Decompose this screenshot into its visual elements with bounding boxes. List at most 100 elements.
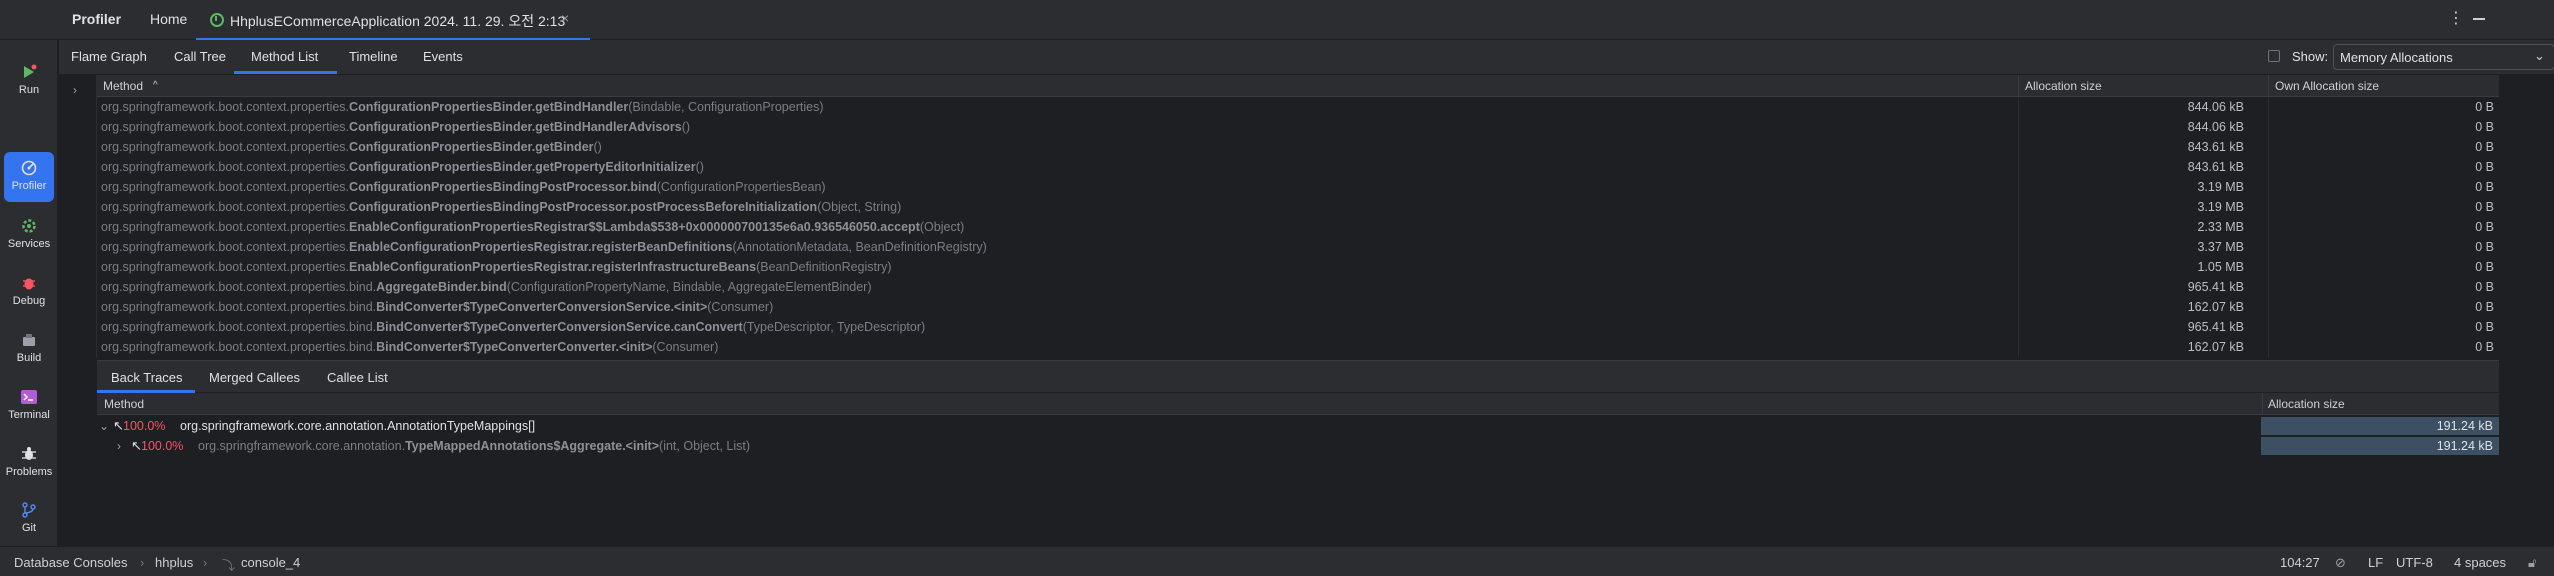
minimize-icon[interactable] [2473,18,2485,20]
table-gutter: › [59,75,97,358]
more-options-icon[interactable]: ⋮ [2448,8,2464,28]
caret-position[interactable]: 104:27 [2280,555,2320,570]
table-row[interactable]: org.springframework.boot.context.propert… [97,237,2499,257]
allocation-size-cell: 843.61 kB [2187,140,2244,154]
breadcrumb-item[interactable]: Database Consoles [14,555,127,570]
tab-home[interactable]: Home [150,11,187,27]
table-row[interactable]: org.springframework.boot.context.propert… [97,177,2499,197]
tab-callee-list[interactable]: Callee List [327,370,388,385]
method-args: (Object, String) [817,200,902,214]
session-clock-icon [210,13,224,27]
package-name: org.springframework.boot.context.propert… [101,160,350,174]
column-divider [2268,277,2269,297]
own-allocation-size-cell: 0 B [2475,260,2494,274]
line-separator[interactable]: LF [2368,555,2383,570]
method-name: AnnotationTypeMappings[] [387,419,536,433]
tab-back-traces[interactable]: Back Traces [111,370,183,385]
method-cell: org.springframework.boot.context.propert… [101,220,2051,234]
column-header-allocation-size[interactable]: Allocation size [2025,79,2102,93]
percentage-label: 100.0% [141,439,184,453]
column-header-allocation-size[interactable]: Allocation size [2268,397,2345,411]
column-divider [2018,177,2019,197]
allocation-size-cell: 191.24 kB [2436,439,2493,453]
table-row[interactable]: org.springframework.boot.context.propert… [97,137,2499,157]
problems-icon [22,447,36,460]
method-args: (ConfigurationPropertyName, Bindable, Ag… [506,280,872,294]
allocation-size-cell: 3.37 MB [2197,240,2244,254]
tool-git[interactable]: Git [4,494,54,542]
table-row[interactable]: org.springframework.boot.context.propert… [97,297,2499,317]
tool-label: Run [18,84,40,96]
method-name: EnableConfigurationPropertiesRegistrar.r… [349,260,757,274]
sort-ascending-icon[interactable]: ^ [153,80,158,91]
breadcrumb-item[interactable]: hhplus [155,555,193,570]
file-encoding[interactable]: UTF-8 [2396,555,2433,570]
indent-setting[interactable]: 4 spaces [2454,555,2506,570]
column-header-method[interactable]: Method [104,397,144,411]
no-edit-icon[interactable]: ⊘ [2335,555,2346,571]
tree-toggle-icon[interactable]: ⌄ [99,419,109,433]
breadcrumb-item[interactable]: console_4 [241,555,300,570]
method-name: TypeMappedAnnotations$Aggregate.<init> [405,439,660,453]
tool-debug[interactable]: Debug [4,267,54,315]
tool-profiler[interactable]: Profiler [4,152,54,202]
package-name: org.springframework.boot.context.propert… [101,300,377,314]
tool-build[interactable]: Build [4,324,54,372]
method-cell: org.springframework.boot.context.propert… [101,320,2051,334]
table-row[interactable]: org.springframework.boot.context.propert… [97,97,2499,117]
column-divider[interactable] [2268,75,2269,97]
tab-method-list[interactable]: Method List [251,49,318,64]
column-divider [2268,257,2269,277]
tool-terminal[interactable]: Terminal [4,381,54,429]
package-name: org.springframework.boot.context.propert… [101,140,350,154]
method-cell: org.springframework.boot.context.propert… [101,100,2051,114]
table-row[interactable]: org.springframework.boot.context.propert… [97,197,2499,217]
column-header-method[interactable]: Method [103,79,143,93]
table-row[interactable]: org.springframework.boot.context.propert… [97,117,2499,137]
column-divider [2018,277,2019,297]
column-header-own-allocation-size[interactable]: Own Allocation size [2275,79,2379,93]
tab-events[interactable]: Events [423,49,463,64]
table-row[interactable]: org.springframework.boot.context.propert… [97,337,2499,357]
profiler-view-tabs: Flame Graph Call Tree Method List Timeli… [59,40,2554,74]
show-dropdown[interactable]: Memory Allocations ⌄ [2333,44,2554,70]
tab-merged-callees[interactable]: Merged Callees [209,370,300,385]
table-row[interactable]: org.springframework.boot.context.propert… [97,277,2499,297]
table-header: Method Allocation size [97,393,2499,415]
package-name: org.springframework.boot.context.propert… [101,180,350,194]
filter-icon[interactable] [2268,50,2280,62]
chevron-down-icon: ⌄ [2534,48,2545,63]
method-name: ConfigurationPropertiesBinder.getBindHan… [349,100,629,114]
tab-flame-graph[interactable]: Flame Graph [71,49,147,64]
column-divider [2018,197,2019,217]
column-divider[interactable] [2018,75,2019,97]
column-divider[interactable] [2262,393,2263,415]
tool-run[interactable]: Run [4,56,54,104]
tab-session[interactable]: HhplusECommerceApplication 2024. 11. 29.… [196,0,590,40]
method-cell: org.springframework.boot.context.propert… [101,280,2051,294]
table-row[interactable]: ⌄ ↖ 100.0% org.springframework.core.annotat… [97,416,2499,436]
table-row[interactable]: org.springframework.boot.context.propert… [97,157,2499,177]
tab-call-tree[interactable]: Call Tree [174,49,226,64]
allocation-size-cell: 2.33 MB [2197,220,2244,234]
lock-icon[interactable]: 🔓︎ [2528,555,2536,571]
method-args: (BeanDefinitionRegistry) [756,260,892,274]
method-name: AggregateBinder.bind [376,280,507,294]
column-divider [2268,197,2269,217]
own-allocation-size-cell: 0 B [2475,140,2494,154]
tree-toggle-icon[interactable]: › [117,439,121,453]
method-cell: org.springframework.core.annotation.Type… [198,439,750,453]
table-row[interactable]: org.springframework.boot.context.propert… [97,317,2499,337]
tool-services[interactable]: Services [4,210,54,258]
table-row[interactable]: org.springframework.boot.context.propert… [97,257,2499,277]
tool-label: Git [21,522,37,534]
close-icon[interactable]: × [561,10,569,26]
table-row[interactable]: org.springframework.boot.context.propert… [97,217,2499,237]
table-row[interactable]: › ↖ 100.0% org.springframework.core.annotat… [97,436,2499,456]
column-divider [2268,137,2269,157]
expand-icon[interactable]: › [73,83,77,97]
tool-problems[interactable]: Problems [4,438,54,486]
tool-label: Build [16,352,42,364]
tab-timeline[interactable]: Timeline [349,49,398,64]
column-divider [2018,157,2019,177]
